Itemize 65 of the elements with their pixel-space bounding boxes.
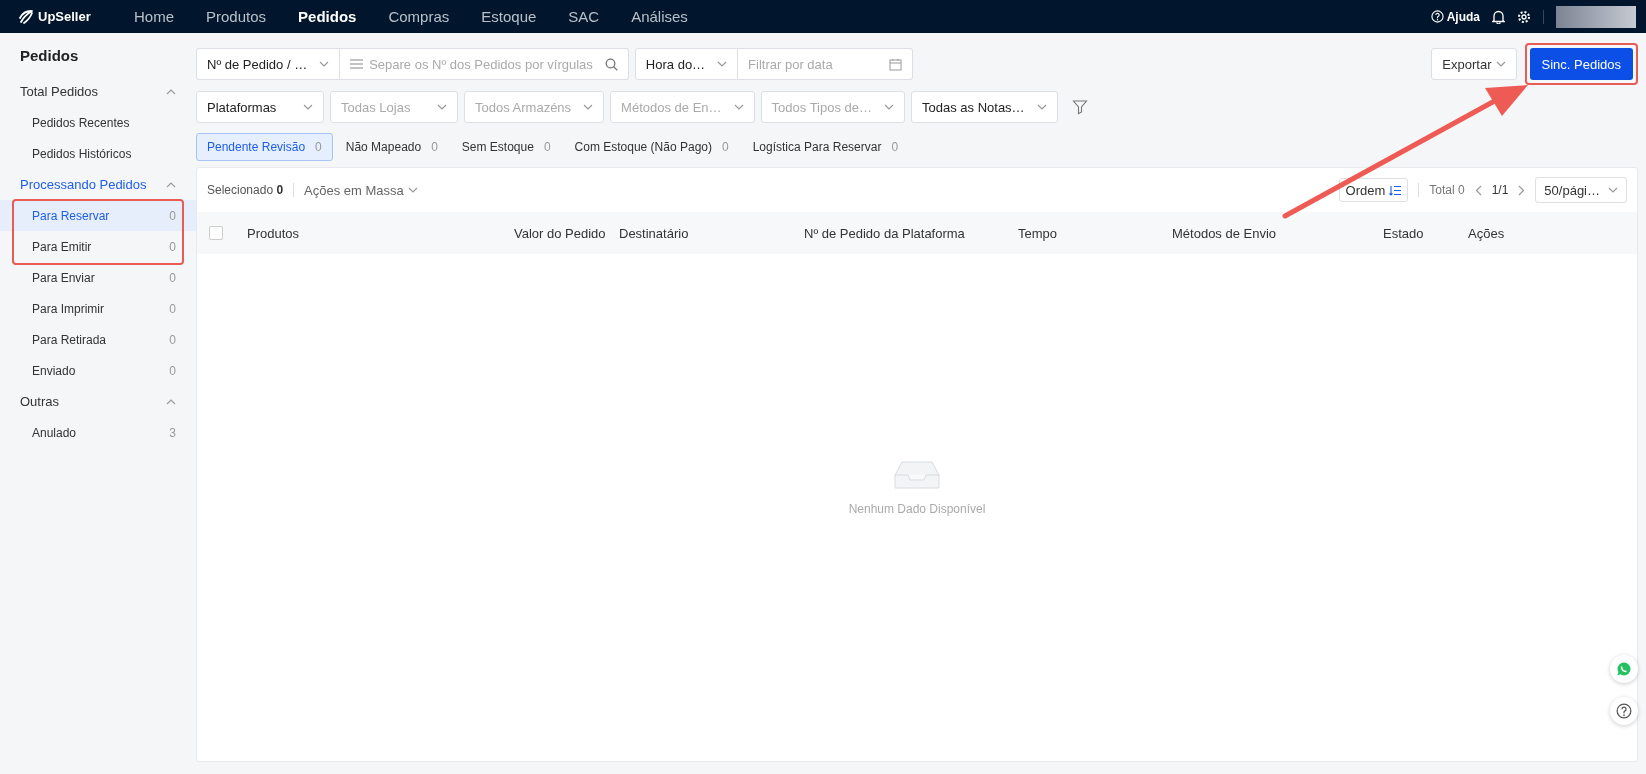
- sort-button[interactable]: Ordem: [1338, 178, 1409, 202]
- item-count: 0: [169, 363, 176, 378]
- item-count: 0: [169, 301, 176, 316]
- column-header: Tempo: [1018, 225, 1059, 241]
- sidebar-item[interactable]: Para Imprimir 0: [0, 293, 196, 324]
- sidebar-group[interactable]: Processando Pedidos: [0, 169, 196, 200]
- bulk-actions-dropdown[interactable]: Ações em Massa: [304, 182, 418, 198]
- sidebar-item[interactable]: Para Enviar 0: [0, 262, 196, 293]
- field-placeholder: Todas Lojas: [341, 99, 411, 115]
- dropdown[interactable]: Todas as Notas…: [911, 91, 1058, 123]
- sidebar-item[interactable]: Para Emitir 0: [0, 231, 196, 262]
- sidebar-item[interactable]: Pedidos Recentes: [0, 107, 196, 138]
- dropdown[interactable]: Nº de Pedido / …: [196, 48, 341, 80]
- export-button[interactable]: Exportar: [1431, 48, 1517, 80]
- help-link[interactable]: Ajuda: [1430, 9, 1480, 24]
- column-header: Produtos: [247, 225, 301, 241]
- brand-name[interactable]: UpSeller: [38, 9, 91, 24]
- field-placeholder: Métodos de En…: [621, 99, 722, 115]
- nav-tab[interactable]: SAC: [552, 8, 616, 25]
- sync-orders-button[interactable]: Sinc. Pedidos: [1529, 48, 1633, 80]
- sidebar-item[interactable]: Anulado 3: [0, 417, 196, 448]
- sidebar-group[interactable]: Total Pedidos: [0, 76, 196, 107]
- column-header: Estado: [1383, 225, 1425, 241]
- dropdown[interactable]: Hora do…: [634, 48, 739, 80]
- nav-tab[interactable]: Produtos: [190, 8, 283, 25]
- field-value: Hora do…: [645, 56, 706, 72]
- status-tab[interactable]: Logística Para Reservar 0: [741, 133, 910, 161]
- sidebar-item[interactable]: Para Reservar 0: [0, 200, 196, 231]
- column-header: Nº de Pedido da Plataforma: [804, 225, 966, 241]
- column-header: Métodos de Envio: [1172, 225, 1278, 241]
- status-tab[interactable]: Pendente Revisão 0: [196, 133, 333, 161]
- item-count: 0: [169, 208, 176, 223]
- item-count: 3: [169, 425, 176, 440]
- column-header: Valor do Pedido: [514, 225, 607, 241]
- field-value: Todas as Notas…: [922, 99, 1025, 115]
- nav-tab[interactable]: Compras: [372, 8, 466, 25]
- sidebar-item[interactable]: Para Retirada 0: [0, 324, 196, 355]
- item-count: 0: [169, 239, 176, 254]
- column-header: Destinatário: [619, 225, 690, 241]
- field-placeholder: Todos Armazéns: [475, 99, 572, 115]
- status-tab[interactable]: Com Estoque (Não Pago) 0: [563, 133, 740, 161]
- field-value: Nº de Pedido / …: [207, 56, 308, 72]
- sidebar-group[interactable]: Outras: [0, 386, 196, 417]
- item-count: 0: [169, 270, 176, 285]
- item-count: 0: [169, 332, 176, 347]
- status-tab[interactable]: Sem Estoque 0: [450, 133, 562, 161]
- column-header: Ações: [1468, 225, 1506, 241]
- nav-tab[interactable]: Estoque: [465, 8, 553, 25]
- dropdown[interactable]: Plataformas: [196, 91, 324, 123]
- selected-count: Selecionado 0: [207, 183, 284, 197]
- sidebar-item[interactable]: Pedidos Históricos: [0, 138, 196, 169]
- nav-tab[interactable]: Pedidos: [282, 8, 373, 25]
- nav-tab[interactable]: Análises: [615, 8, 704, 25]
- sidebar-title: Pedidos: [19, 47, 80, 66]
- total-count: Total 0: [1429, 183, 1465, 197]
- status-tab[interactable]: Não Mapeado 0: [334, 133, 449, 161]
- field-placeholder: Separe os Nº dos Pedidos por vírgulas: [369, 56, 593, 72]
- sidebar-item[interactable]: Enviado 0: [0, 355, 196, 386]
- field-placeholder: Filtrar por data: [748, 56, 833, 72]
- page-size-dropdown[interactable]: 50/pági…: [1535, 177, 1627, 203]
- field-value: Plataformas: [207, 99, 277, 115]
- nav-tab[interactable]: Home: [118, 8, 190, 25]
- empty-state-text: Nenhum Dado Disponível: [848, 501, 986, 516]
- page-indicator: 1/1: [1491, 183, 1509, 197]
- field-placeholder: Todos Tipos de…: [771, 99, 872, 115]
